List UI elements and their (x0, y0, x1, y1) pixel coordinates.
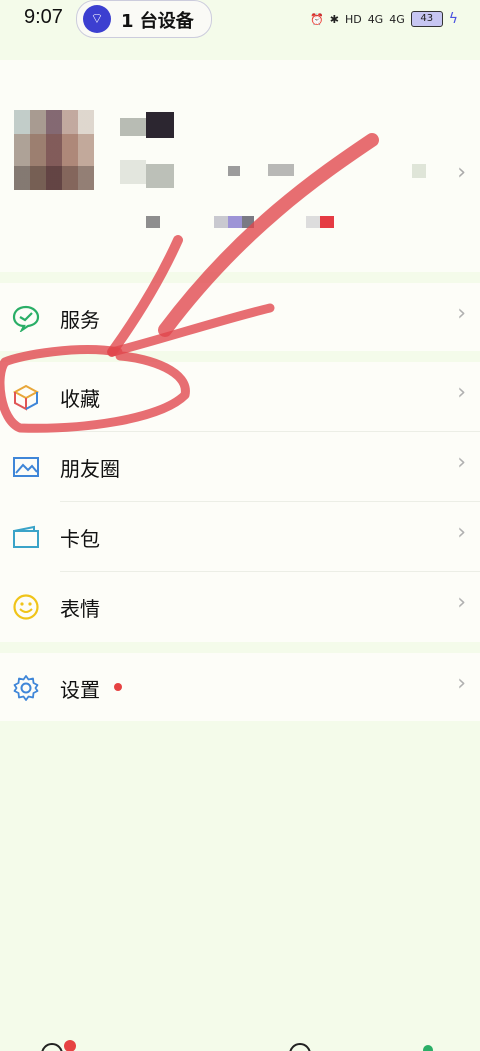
id-blur (228, 166, 240, 176)
menu-item-moments[interactable]: 朋友圈 › (0, 432, 480, 502)
chevron-right-icon: › (457, 450, 466, 475)
signal-icon-2: 4G (389, 12, 405, 26)
gear-icon (13, 675, 39, 701)
clock: 9:07 (24, 6, 63, 28)
menu-group-settings: 设置 › (0, 653, 480, 721)
chevron-right-icon: › (457, 520, 466, 545)
status-blur (146, 216, 160, 228)
moments-label: 朋友圈 (60, 457, 120, 481)
menu-group-services: 服务 › (0, 283, 480, 351)
services-label: 服务 (60, 308, 100, 332)
menu-item-favorites[interactable]: 收藏 › (0, 362, 480, 432)
favorites-label: 收藏 (60, 387, 100, 411)
device-pill[interactable]: ⌔ 1 台设备 (76, 0, 212, 38)
smiley-icon (13, 594, 39, 620)
menu-group-main: 收藏 › 朋友圈 › 卡包 › 表情 › (0, 362, 480, 642)
status-blur (228, 216, 242, 228)
id-blur (268, 164, 294, 176)
status-icons: ⏰ ✱ HD 4G 4G 43 ϟ (310, 9, 458, 29)
menu-item-stickers[interactable]: 表情 › (0, 572, 480, 642)
hd-icon: HD (344, 12, 362, 26)
avatar[interactable] (14, 110, 94, 190)
chevron-right-icon: › (457, 301, 466, 326)
stickers-label: 表情 (60, 597, 100, 621)
cards-label: 卡包 (60, 527, 100, 551)
notification-dot (114, 683, 122, 691)
alarm-icon: ⏰ (310, 12, 324, 26)
charging-icon: ϟ (448, 11, 458, 27)
services-icon (12, 305, 40, 332)
battery-icon: 43 (410, 11, 443, 27)
nickname-blur (146, 112, 174, 138)
menu-item-cards[interactable]: 卡包 › (0, 502, 480, 572)
device-count: 1 台设备 (121, 11, 194, 32)
id-blur (120, 160, 146, 184)
status-blur (214, 216, 228, 228)
bluetooth-icon: ✱ (329, 12, 339, 26)
chevron-right-icon: › (457, 590, 466, 615)
chevron-right-icon: › (457, 671, 466, 696)
moments-picture-icon (13, 457, 39, 477)
qr-blur (412, 164, 426, 178)
status-bar: 9:07 ⌔ 1 台设备 ⏰ ✱ HD 4G 4G 43 ϟ (0, 0, 480, 40)
status-blur (320, 216, 334, 228)
chevron-right-icon: › (457, 160, 466, 185)
chevron-right-icon: › (457, 380, 466, 405)
status-blur (306, 216, 320, 228)
profile-header[interactable]: › (0, 60, 480, 272)
menu-item-services[interactable]: 服务 › (0, 283, 480, 353)
status-blur (242, 216, 254, 228)
nickname-blur (120, 118, 146, 136)
id-blur (146, 164, 174, 188)
settings-label: 设置 (60, 678, 100, 702)
card-wallet-icon (13, 525, 39, 548)
tab-bar-peek (41, 1040, 433, 1051)
signal-icon-1: 4G (367, 12, 384, 26)
wifi-router-icon: ⌔ (83, 5, 111, 33)
menu-item-settings[interactable]: 设置 › (0, 653, 480, 723)
favorites-cube-icon (12, 384, 40, 411)
